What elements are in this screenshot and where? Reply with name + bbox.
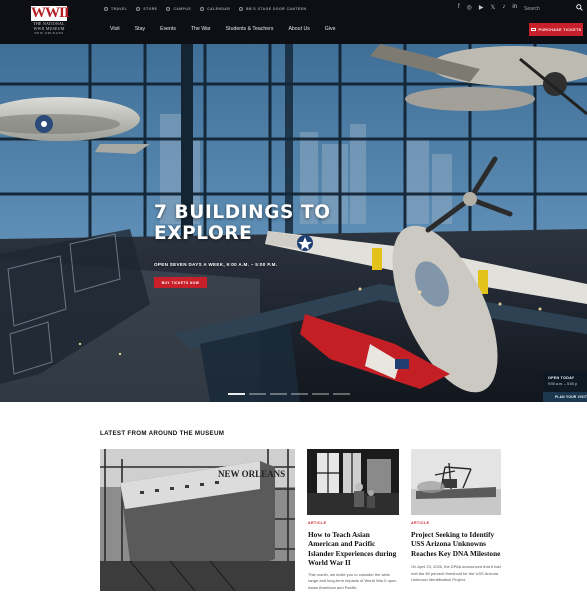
museum-logo[interactable]: WWII THE NATIONAL WWII MUSEUM NEW ORLEAN… — [31, 5, 70, 36]
instagram-icon[interactable]: ◎ — [467, 4, 472, 11]
youtube-icon[interactable]: ▶ — [479, 4, 484, 11]
article-card[interactable]: ARTICLE How to Teach Asian American and … — [308, 521, 401, 591]
utility-link-label: CAMPUS — [173, 7, 192, 11]
nav-item-visit[interactable]: Visit — [110, 26, 120, 32]
buy-tickets-button[interactable]: BUY TICKETS NOW — [154, 277, 207, 288]
utility-link-label: TRAVEL — [111, 7, 128, 11]
card-kicker: ARTICLE — [308, 521, 327, 525]
hero-subtitle: OPEN SEVEN DAYS A WEEK, 9:00 A.M. – 5:00… — [154, 262, 278, 267]
logo-line-3: NEW ORLEANS — [34, 31, 64, 35]
utility-link-label: STORE — [143, 7, 158, 11]
purchase-tickets-label: PURCHASE TICKETS — [538, 27, 582, 32]
slide-indicator[interactable] — [249, 393, 266, 395]
card-image-uss-arizona[interactable] — [411, 449, 501, 515]
tiktok-icon[interactable]: ♪ — [502, 4, 505, 11]
calendar-icon — [200, 7, 205, 11]
classroom-photo — [307, 449, 399, 515]
hero-title-line-1: 7 BUILDINGS TO — [154, 202, 331, 223]
canteen-icon — [239, 7, 244, 11]
hours-panel: OPEN TODAY 9:00 a.m. – 5:00 p PLAN YOUR … — [543, 372, 587, 402]
utility-link-campus[interactable]: CAMPUS — [166, 7, 191, 11]
slide-indicator[interactable] — [291, 393, 308, 395]
article-card[interactable]: ARTICLE Project Seeking to Identify USS … — [411, 521, 504, 584]
card-image-aapi[interactable] — [307, 449, 399, 515]
nav-item-the-war[interactable]: The War — [191, 26, 211, 32]
social-links: f ◎ ▶ 𝕏 ♪ in — [458, 4, 517, 11]
card-title[interactable]: How to Teach Asian American and Pacific … — [308, 530, 401, 568]
card-excerpt: On April 23, 2026, the DPAA announced th… — [411, 564, 501, 583]
hours-label: OPEN TODAY — [548, 376, 575, 380]
hero-title: 7 BUILDINGS TO EXPLORE — [154, 202, 374, 244]
campus-icon — [166, 7, 171, 11]
ship-name-text: NEW ORLEANS — [218, 469, 285, 479]
nav-item-stay[interactable]: Stay — [135, 26, 145, 32]
facebook-icon[interactable]: f — [458, 4, 460, 11]
nav-item-give[interactable]: Give — [325, 26, 336, 32]
nav-item-students-teachers[interactable]: Students & Teachers — [226, 26, 274, 32]
utility-nav: TRAVEL STORE CAMPUS CALENDAR BB'S STAGE … — [104, 7, 306, 11]
utility-link-canteen[interactable]: BB'S STAGE DOOR CANTEEN — [239, 7, 306, 11]
card-excerpt: This month, we invite you to consider th… — [308, 571, 397, 590]
slide-indicator[interactable] — [228, 393, 245, 395]
logo-mark: WWII — [31, 5, 70, 21]
site-header: WWII THE NATIONAL WWII MUSEUM NEW ORLEAN… — [0, 0, 587, 44]
nav-item-events[interactable]: Events — [160, 26, 176, 32]
ship-photo: NEW ORLEANS — [100, 449, 295, 591]
linkedin-icon[interactable]: in — [512, 4, 517, 11]
news-section-title: LATEST FROM AROUND THE MUSEUM — [100, 430, 225, 437]
search-icon[interactable] — [576, 4, 583, 11]
hours-value: 9:00 a.m. – 5:00 p — [548, 382, 577, 386]
feature-article-image[interactable]: NEW ORLEANS — [100, 449, 295, 591]
plan-your-visit-link[interactable]: PLAN YOUR VISIT — [543, 392, 587, 402]
purchase-tickets-button[interactable]: PURCHASE TICKETS — [529, 23, 583, 36]
store-icon — [136, 7, 141, 11]
card-title[interactable]: Project Seeking to Identify USS Arizona … — [411, 530, 504, 558]
slide-indicator[interactable] — [270, 393, 287, 395]
hero-banner: 7 BUILDINGS TO EXPLORE OPEN SEVEN DAYS A… — [0, 44, 587, 402]
ticket-icon — [530, 27, 536, 32]
uss-arizona-photo — [411, 449, 501, 515]
utility-link-store[interactable]: STORE — [136, 7, 157, 11]
main-nav: Visit Stay Events The War Students & Tea… — [110, 26, 335, 32]
utility-link-label: BB'S STAGE DOOR CANTEEN — [246, 7, 307, 11]
utility-link-calendar[interactable]: CALENDAR — [200, 7, 230, 11]
slide-indicator[interactable] — [333, 393, 350, 395]
x-icon[interactable]: 𝕏 — [491, 4, 496, 11]
slider-indicators — [228, 393, 350, 395]
hero-title-line-2: EXPLORE — [154, 223, 253, 244]
utility-link-label: CALENDAR — [207, 7, 231, 11]
utility-link-travel[interactable]: TRAVEL — [104, 7, 127, 11]
search-input[interactable] — [524, 4, 570, 14]
travel-icon — [104, 7, 108, 11]
nav-item-about-us[interactable]: About Us — [288, 26, 309, 32]
hours-info: OPEN TODAY 9:00 a.m. – 5:00 p — [543, 372, 587, 392]
slide-indicator[interactable] — [312, 393, 329, 395]
card-kicker: ARTICLE — [411, 521, 430, 525]
